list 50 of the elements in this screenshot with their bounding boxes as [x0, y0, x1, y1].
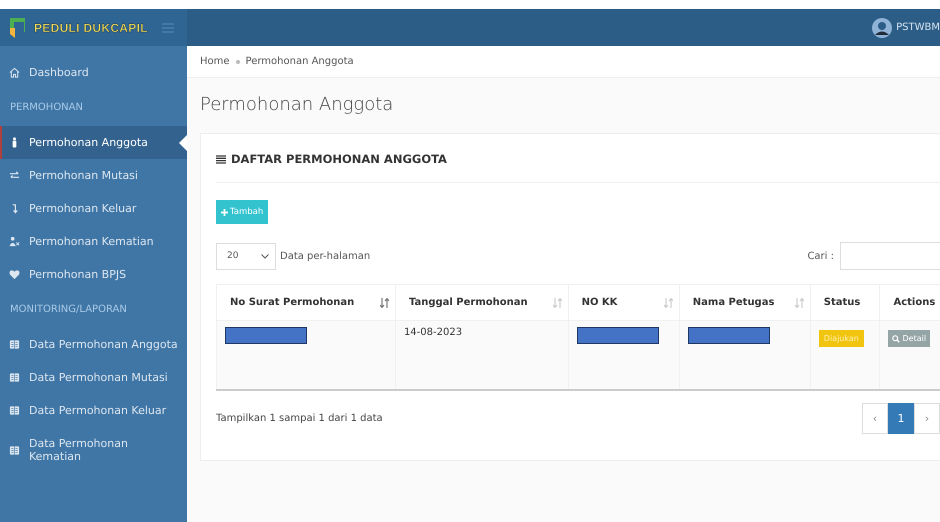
- sidebar-item[interactable]: Permohonan Keluar: [0, 192, 187, 225]
- sidebar-item[interactable]: Permohonan BPJS: [0, 258, 187, 291]
- page-title: Permohonan Anggota: [199, 93, 394, 117]
- sidebar-item[interactable]: Dashboard: [0, 56, 187, 89]
- sidebar-book-icon: [9, 339, 20, 350]
- sidebar-section-label: MONITORING/LAPORAN: [9, 303, 128, 317]
- status-badge: Diajukan: [818, 330, 864, 347]
- user-name[interactable]: PSTWBM: [896, 22, 940, 33]
- breadcrumb-item[interactable]: Home: [200, 56, 230, 67]
- search-label: Cari :: [807, 250, 834, 262]
- sort-icon[interactable]: [380, 298, 389, 308]
- sidebar-item[interactable]: Permohonan Anggota: [0, 126, 187, 159]
- page-size-dropdown[interactable]: 20: [216, 242, 276, 270]
- sidebar-swap-icon: [9, 170, 20, 181]
- user-avatar-icon[interactable]: [872, 18, 892, 38]
- page-button[interactable]: 1: [888, 403, 914, 434]
- search-field[interactable]: [840, 242, 940, 270]
- sidebar-item[interactable]: Permohonan Kematian: [0, 225, 187, 258]
- sidebar-heart-icon: [9, 269, 20, 280]
- panel-title: DAFTAR PERMOHONAN ANGGOTA: [231, 152, 447, 166]
- add-button[interactable]: Tambah: [216, 200, 268, 224]
- sidebar-item[interactable]: Data Permohonan Keluar: [0, 394, 187, 427]
- column-header[interactable]: Tanggal Permohonan: [395, 284, 568, 320]
- sidebar-book-icon: [9, 444, 20, 456]
- app-title: PEDULI DUKCAPIL: [34, 20, 148, 34]
- column-header[interactable]: Nama Petugas: [679, 284, 810, 320]
- sidebar-user-remove-icon: [9, 236, 20, 247]
- previous-page-button[interactable]: ‹: [862, 403, 888, 434]
- list-icon: [216, 154, 226, 164]
- table-cell: 14-08-2023: [395, 320, 568, 390]
- sidebar-book-icon: [9, 372, 20, 383]
- next-page-button[interactable]: ›: [914, 403, 940, 434]
- search-icon: [892, 334, 900, 342]
- sidebar-section-label: PERMOHONAN: [9, 101, 84, 115]
- breadcrumb-item: Permohonan Anggota: [246, 56, 354, 67]
- plus-icon: [221, 208, 228, 216]
- table-info: Tampilkan 1 sampai 1 dari 1 data: [216, 413, 383, 424]
- sidebar-book-icon: [9, 405, 20, 416]
- detail-button[interactable]: Detail: [888, 330, 930, 347]
- sidebar-item[interactable]: Data Permohonan Kematian: [0, 427, 187, 473]
- column-header[interactable]: No Surat Permohonan: [216, 284, 396, 320]
- sidebar-item[interactable]: Data Permohonan Mutasi: [0, 361, 187, 394]
- sidebar-item[interactable]: Data Permohonan Anggota: [0, 328, 187, 361]
- page-size-label: Data per-halaman: [280, 250, 370, 262]
- logo-icon: [10, 18, 28, 38]
- chevron-down-icon: [261, 254, 269, 258]
- menu-icon[interactable]: [162, 22, 174, 32]
- sidebar-item[interactable]: Permohonan Mutasi: [0, 159, 187, 192]
- sidebar-home-icon: [9, 67, 20, 78]
- breadcrumb-separator-icon: [236, 60, 240, 64]
